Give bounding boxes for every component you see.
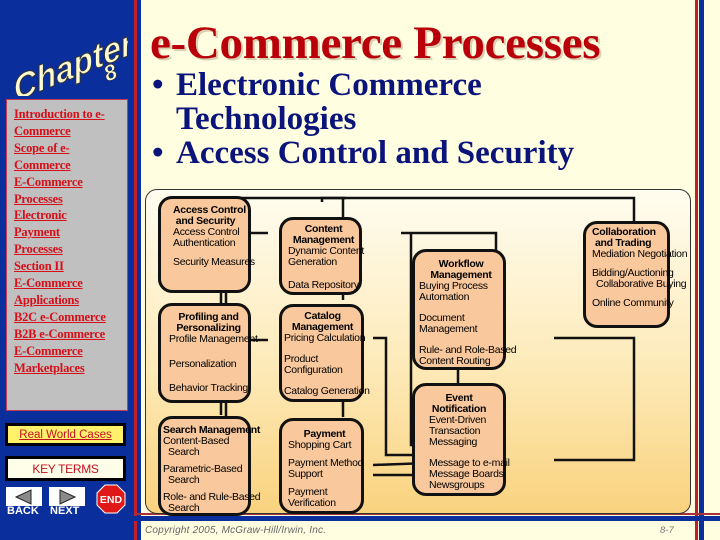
chapter-logo: Chapter 8 [10,22,128,96]
nav-link-scope[interactable]: Commerce [14,157,123,174]
box-item: Shopping Cart [288,439,352,451]
nav-link-b2c[interactable]: B2C e-Commerce [14,309,123,326]
real-world-cases-button[interactable]: Real World Cases [5,423,126,446]
box-event-notification: Event Notification Event-Driven Transact… [412,383,510,496]
arrow-right-icon [59,488,77,505]
key-terms-label: KEY TERMS [32,461,99,476]
box-item: Catalog Generation [284,385,370,397]
copyright-notice: Copyright 2005, McGraw-Hill/Irwin, Inc. [145,525,327,536]
nav-link-marketplaces[interactable]: Marketplaces [14,360,123,377]
nav-link-intro[interactable]: Commerce [14,123,123,140]
back-label[interactable]: BACK [7,505,39,517]
box-item: Security Measures [173,256,255,268]
nav-link-payment[interactable]: Processes [14,241,123,258]
arrow-left-icon [14,488,32,505]
bullet-list: • Electronic Commerce Technologies • Acces… [152,68,574,170]
box-item: Content Routing [419,355,491,367]
box-item: Configuration [284,364,343,376]
box-item: Messaging [429,436,478,448]
key-terms-button[interactable]: KEY TERMS [5,456,126,481]
box-item: Data Repository [288,279,359,291]
box-item: Automation [419,291,470,303]
bullet-item: • Electronic Commerce [152,68,574,102]
frame-line-red-right [695,0,698,540]
box-item: Mediation Negotiation [592,248,688,260]
bullet-text: Electronic Commerce [176,67,482,103]
connector [554,410,636,462]
box-item: Authentication [173,237,236,249]
nav-link-payment[interactable]: Payment [14,224,123,241]
bullet-dot: • [152,135,164,171]
box-item: Search [168,446,200,458]
box-access-control: Access Control and Security Access Contr… [158,196,255,293]
nav-link-scope[interactable]: Scope of e- [14,140,123,157]
nav-link-payment[interactable]: Electronic [14,207,123,224]
box-payment: Payment Shopping Cart Payment Method Sup… [279,418,364,514]
back-button[interactable] [6,487,42,506]
bullet-dot: • [152,67,164,103]
page-title: e-Commerce Processes [150,17,601,69]
end-button[interactable]: END [96,484,126,514]
box-workflow-management: Workflow Management Buying Process Autom… [412,249,517,370]
box-catalog-management: Catalog Management Pricing Calculation P… [279,304,370,402]
next-button[interactable] [49,487,85,506]
box-item: Management [419,323,478,335]
box-content-management: Content Management Dynamic Content Gener… [279,217,364,295]
nav-link-b2b[interactable]: B2B e-Commerce [14,326,123,343]
nav-link-section-ii[interactable]: Section II [14,258,123,275]
box-item: Generation [288,256,337,268]
sidebar: Chapter 8 Introduction to e- Commerce Sc… [0,0,134,540]
box-item: Search [168,474,200,486]
box-item: Behavior Tracking [169,382,248,394]
box-item: Verification [288,497,336,509]
frame-line-blue-right [699,0,704,540]
frame-line-blue [137,0,141,540]
bullet-text: Access Control and Security [176,135,575,171]
box-item: Collaborative Buying [596,278,687,290]
frame-line-bottom-blue [134,516,720,521]
nav-link-applications[interactable]: Applications [14,292,123,309]
box-item: Support [288,468,323,480]
connector [554,336,636,410]
nav-link-intro[interactable]: Introduction to e- [14,106,123,123]
nav-link-applications[interactable]: E-Commerce [14,275,123,292]
page-number: 8-7 [660,525,674,536]
box-item: Online Community [592,297,674,309]
nav-link-processes[interactable]: E-Commerce [14,174,123,191]
bullet-item: • Access Control and Security [152,136,574,170]
box-search-management: Search Management Content-Based Search P… [158,416,261,516]
bullet-text: Technologies [176,101,357,137]
next-label[interactable]: NEXT [50,505,79,517]
box-item: Personalization [169,358,237,370]
box-item: Newsgroups [429,479,485,491]
process-diagram: Access Control and Security Access Contr… [145,189,691,516]
box-item: Profile Management [169,333,258,345]
real-world-cases-label: Real World Cases [19,428,112,441]
box-item: Search [168,502,200,514]
box-collaboration-trading: Collaboration and Trading Mediation Nego… [583,221,688,328]
nav-link-processes[interactable]: Processes [14,191,123,208]
chapter-nav-panel: Introduction to e- Commerce Scope of e- … [6,99,128,411]
bullet-item-continued: Technologies [152,102,574,136]
box-item: Pricing Calculation [284,332,366,344]
box-profiling: Profiling and Personalizing Profile Mana… [158,303,258,403]
nav-link-marketplaces[interactable]: E-Commerce [14,343,123,360]
end-label: END [100,494,123,506]
